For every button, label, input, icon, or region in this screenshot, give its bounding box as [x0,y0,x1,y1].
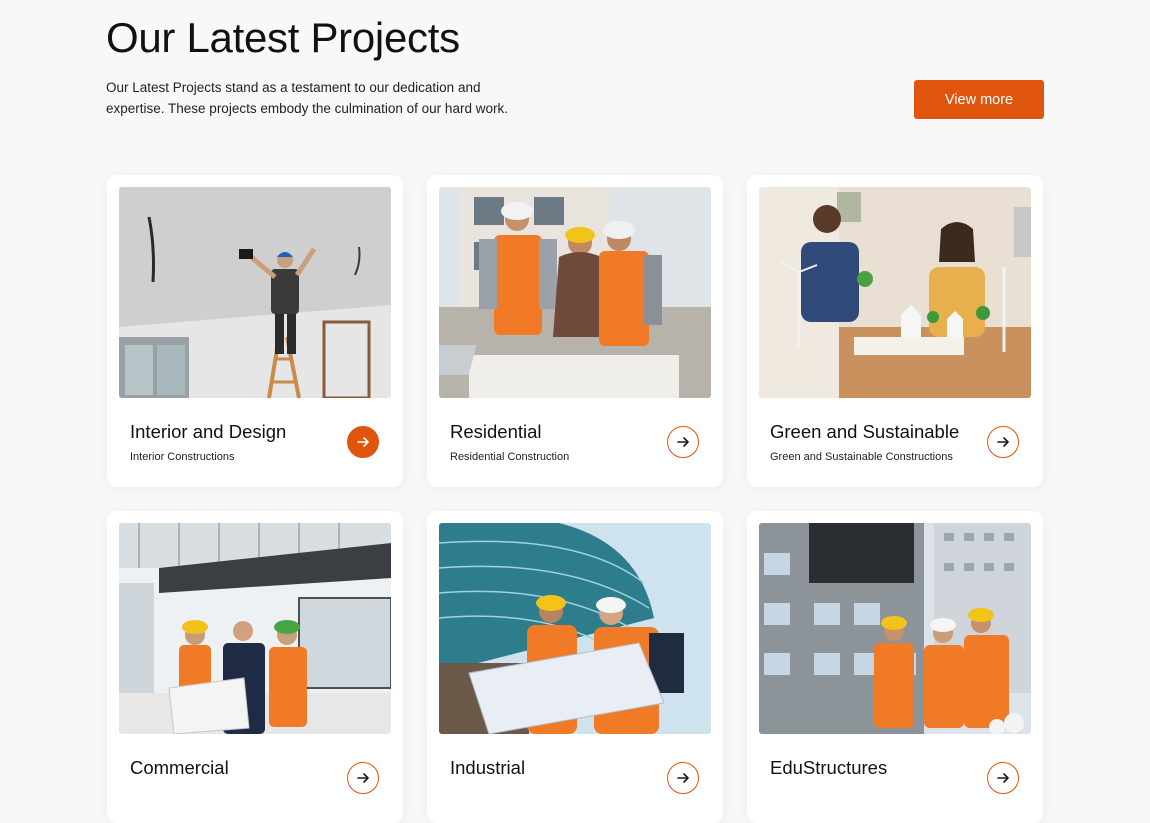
card-title: Interior and Design [130,421,287,442]
worker-on-ladder-ceiling-photo [119,187,391,398]
card-title: Residential [450,421,542,442]
arrow-right-icon [677,773,689,783]
open-project-button[interactable] [347,762,379,794]
open-project-button[interactable] [987,426,1019,458]
card-title: Green and Sustainable [770,421,960,442]
arrow-right-icon [357,773,369,783]
open-project-button[interactable] [667,762,699,794]
workers-at-building-site-photo [759,523,1031,734]
card-title: EduStructures [770,757,888,778]
open-project-button[interactable] [667,426,699,458]
card-subtitle: Green and Sustainable Constructions [770,451,953,463]
arrow-right-icon [997,773,1009,783]
card-title: Commercial [130,757,229,778]
intro-line-1: Our Latest Projects stand as a testament… [106,80,481,95]
arrow-right-icon [357,437,369,447]
eco-architecture-model-photo [759,187,1031,398]
intro-line-2: expertise. These projects embody the cul… [106,101,508,116]
project-card-industrial[interactable]: Industrial [427,511,723,823]
card-subtitle: Residential Construction [450,451,570,463]
section-intro: Our Latest Projects stand as a testament… [106,77,526,119]
engineers-with-blueprint-photo [439,523,711,734]
project-card-green[interactable]: Green and Sustainable Green and Sustaina… [747,175,1043,487]
arrow-right-icon [997,437,1009,447]
project-card-interior[interactable]: Interior and Design Interior Constructio… [107,175,403,487]
page-title: Our Latest Projects [106,14,460,61]
view-more-button[interactable]: View more [914,80,1044,119]
card-title: Industrial [450,757,526,778]
engineers-reviewing-plans-photo [439,187,711,398]
arrow-right-icon [677,437,689,447]
project-card-commercial[interactable]: Commercial [107,511,403,823]
project-card-residential[interactable]: Residential Residential Construction [427,175,723,487]
open-project-button[interactable] [987,762,1019,794]
project-card-edustructures[interactable]: EduStructures [747,511,1043,823]
card-subtitle: Interior Constructions [130,451,235,463]
team-in-glass-atrium-photo [119,523,391,734]
open-project-button[interactable] [347,426,379,458]
